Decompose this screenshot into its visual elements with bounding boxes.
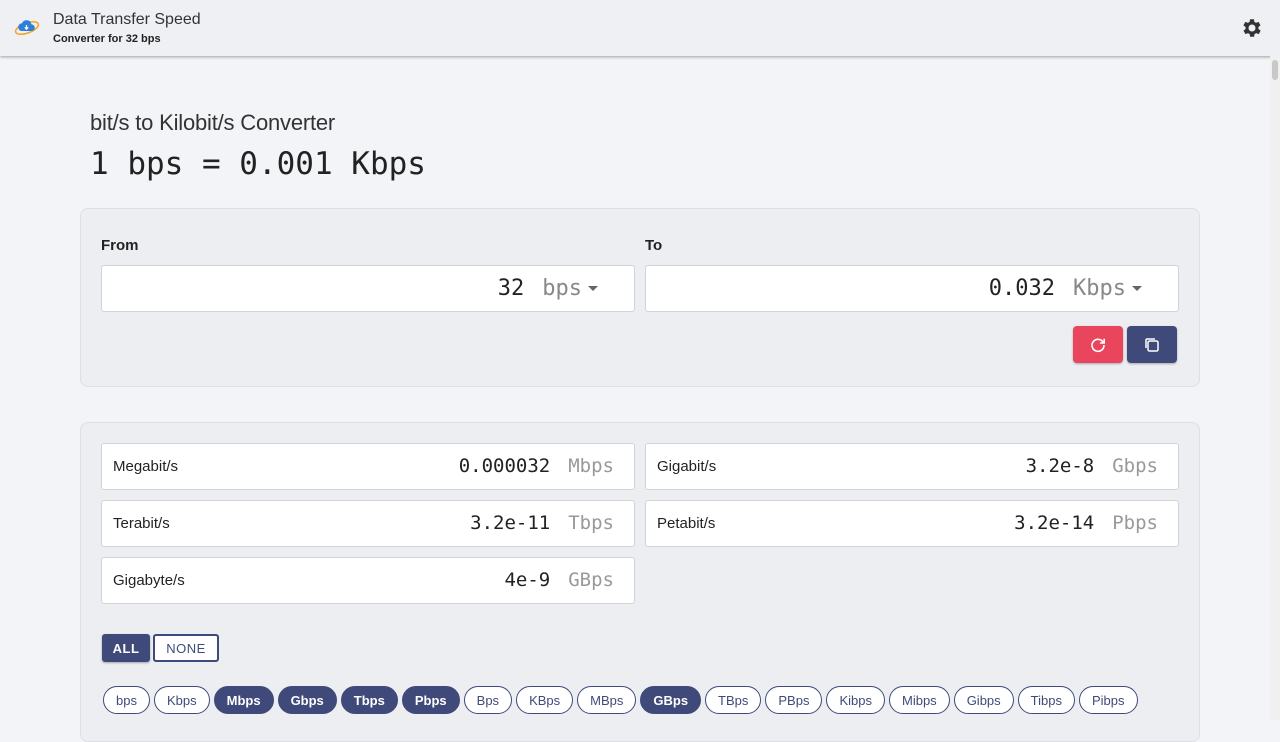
app-subtitle: Converter for 32 bps: [53, 33, 161, 45]
result-name: Megabit/s: [113, 458, 179, 475]
result-item[interactable]: Gigabyte/s 4e-9 GBps: [101, 557, 635, 604]
gear-icon[interactable]: [1240, 16, 1264, 40]
to-value[interactable]: 0.032: [989, 276, 1055, 301]
result-unit: Pbps: [1112, 512, 1158, 534]
from-label: From: [101, 237, 139, 254]
result-value: 3.2e-8: [1025, 455, 1095, 477]
result-item[interactable]: Gigabit/s 3.2e-8 Gbps: [645, 443, 1179, 490]
page-title: bit/s to Kilobit/s Converter: [90, 110, 336, 135]
cloud-sync-icon: [14, 20, 40, 36]
result-value: 3.2e-11: [470, 512, 551, 534]
result-value: 4e-9: [504, 569, 551, 591]
unit-chip-mbps[interactable]: Mbps: [213, 686, 274, 714]
from-value[interactable]: 32: [498, 276, 525, 301]
from-unit-select[interactable]: bps: [542, 276, 582, 301]
app-title: Data Transfer Speed: [53, 11, 201, 28]
result-name: Terabit/s: [113, 515, 170, 532]
unit-chip-tbps[interactable]: Tbps: [340, 686, 398, 714]
unit-chip-tibps[interactable]: Tibps: [1017, 686, 1075, 714]
unit-chip-kbps[interactable]: Kbps: [153, 686, 210, 714]
select-none-button[interactable]: NONE: [153, 634, 219, 662]
result-name: Petabit/s: [657, 515, 716, 532]
select-all-button[interactable]: ALL: [102, 634, 150, 662]
result-unit: Tbps: [568, 512, 614, 534]
unit-chip-kibps[interactable]: Kibps: [826, 686, 885, 714]
result-unit: Gbps: [1112, 455, 1158, 477]
copy-icon: [1145, 337, 1159, 352]
unit-chip-pbps[interactable]: Pbps: [401, 686, 460, 714]
result-item[interactable]: Terabit/s 3.2e-11 Tbps: [101, 500, 635, 547]
result-value: 3.2e-14: [1014, 512, 1095, 534]
to-unit-select[interactable]: Kbps: [1073, 276, 1126, 301]
chevron-down-icon[interactable]: [1132, 286, 1142, 291]
conversion-formula: 1 bps = 0.001 Kbps: [90, 146, 426, 182]
result-item[interactable]: Petabit/s 3.2e-14 Pbps: [645, 500, 1179, 547]
unit-chip-gbps[interactable]: GBps: [640, 686, 702, 714]
reset-button[interactable]: [1073, 326, 1123, 363]
unit-chip-list: bps Kbps Mbps Gbps Tbps Pbps Bps KBps MBps GBps TB…: [103, 686, 1138, 714]
result-unit: Mbps: [568, 455, 614, 477]
unit-chip-gibps[interactable]: Gibps: [953, 686, 1014, 714]
unit-chip-bps[interactable]: Bps: [463, 686, 513, 714]
to-label: To: [645, 237, 663, 254]
scrollbar-thumb[interactable]: [1272, 60, 1278, 80]
result-name: Gigabyte/s: [113, 572, 185, 589]
unit-chip-kbps[interactable]: KBps: [516, 686, 574, 714]
unit-chip-tbps[interactable]: TBps: [705, 686, 762, 714]
app-header: Data Transfer Speed Converter for 32 bps: [0, 0, 1280, 56]
to-field[interactable]: 0.032 Kbps: [645, 265, 1179, 312]
unit-chip-mbps[interactable]: MBps: [577, 686, 637, 714]
unit-chip-bps[interactable]: bps: [103, 686, 150, 714]
from-field[interactable]: 32 bps: [101, 265, 635, 312]
unit-chip-pbps[interactable]: PBps: [765, 686, 823, 714]
result-item[interactable]: Megabit/s 0.000032 Mbps: [101, 443, 635, 490]
refresh-icon: [1091, 338, 1105, 352]
unit-chip-gbps[interactable]: Gbps: [277, 686, 337, 714]
copy-button[interactable]: [1127, 326, 1177, 363]
scrollbar[interactable]: [1270, 56, 1280, 720]
unit-chip-mibps[interactable]: Mibps: [889, 686, 950, 714]
result-unit: GBps: [568, 569, 614, 591]
result-name: Gigabit/s: [657, 458, 717, 475]
result-value: 0.000032: [458, 455, 551, 477]
chevron-down-icon[interactable]: [588, 286, 598, 291]
unit-chip-pibps[interactable]: Pibps: [1078, 686, 1138, 714]
